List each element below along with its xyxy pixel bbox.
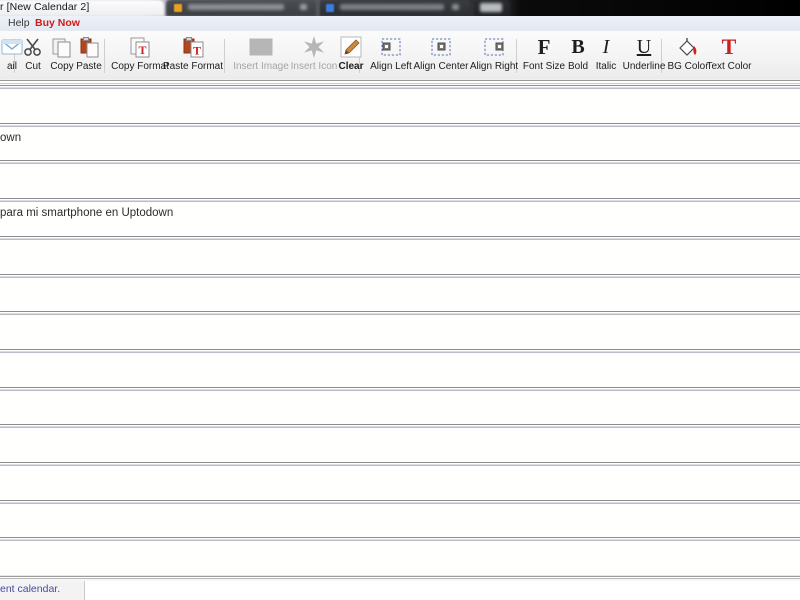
- brush-icon: [340, 34, 362, 60]
- main-toolbar: ail Cut Copy Paste T Copy Format T Paste F…: [0, 31, 800, 80]
- window-title: r [New Calendar 2]: [0, 1, 90, 13]
- bold-button[interactable]: B Bold: [563, 33, 593, 77]
- paste-button-label: Paste: [76, 61, 102, 72]
- paste-format-button[interactable]: T Paste Format: [157, 33, 229, 77]
- note-rule-line: [0, 537, 800, 542]
- paste-button[interactable]: Paste: [70, 33, 108, 77]
- menu-item-help[interactable]: Help: [8, 17, 30, 29]
- note-rule-line: [0, 349, 800, 354]
- doc-line-2[interactable]: para mi smartphone en Uptodown: [0, 207, 173, 219]
- bold-icon: B: [571, 36, 585, 58]
- italic-button-label: Italic: [595, 61, 617, 72]
- status-bar-text: ent calendar.: [0, 583, 61, 595]
- underline-button[interactable]: U Underline: [618, 33, 670, 77]
- star-icon: [303, 34, 325, 60]
- note-rule-line: [0, 198, 800, 203]
- insert-icon-button-label: Insert Icon: [290, 61, 338, 72]
- status-bar-panel: [84, 581, 800, 600]
- tab-2-close-blur: [300, 4, 307, 10]
- menu-item-buy-now[interactable]: Buy Now: [35, 17, 80, 29]
- paint-bucket-icon: [676, 34, 700, 60]
- copy-format-icon: T: [129, 34, 151, 60]
- image-icon: [249, 34, 273, 60]
- calendar-note-area[interactable]: own para mi smartphone en Uptodown: [0, 85, 800, 575]
- italic-icon: I: [602, 36, 610, 58]
- bg-color-button-label: BG Color: [667, 61, 709, 72]
- paste-format-button-label: Paste Format: [162, 61, 224, 72]
- cut-button[interactable]: Cut: [18, 33, 48, 77]
- tab-3-close-blur: [452, 4, 459, 10]
- paste-format-icon: T: [182, 34, 204, 60]
- browser-tab-strip: r [New Calendar 2]: [0, 0, 800, 16]
- align-center-icon: [430, 34, 452, 60]
- align-center-button-label: Align Center: [413, 61, 469, 72]
- align-right-button[interactable]: Align Right: [466, 33, 522, 77]
- bold-button-label: Bold: [567, 61, 588, 72]
- tab-3-title-blur: [340, 4, 444, 10]
- status-bar: ent calendar.: [0, 575, 800, 600]
- note-rule-line: [0, 500, 800, 505]
- font-size-icon: F: [537, 34, 551, 59]
- application-window: r [New Calendar 2] Help Buy Now ail Cut …: [0, 0, 800, 600]
- clear-button-label: Clear: [338, 61, 364, 72]
- insert-image-button-label: Insert Image: [233, 61, 289, 72]
- align-left-icon: [380, 34, 402, 60]
- menu-bar: Help Buy Now: [0, 16, 800, 32]
- align-center-button[interactable]: Align Center: [410, 33, 472, 77]
- favicon-blue: [326, 4, 334, 12]
- underline-icon: U: [636, 36, 652, 58]
- note-rule-line: [0, 274, 800, 279]
- email-button-label: ail: [6, 61, 17, 72]
- note-rule-line: [0, 424, 800, 429]
- doc-line-1[interactable]: own: [0, 132, 21, 144]
- favicon-orange: [174, 4, 182, 12]
- tab-4-blur: [480, 3, 502, 12]
- font-size-button[interactable]: F Font Size: [521, 33, 567, 77]
- font-size-button-label: Font Size: [522, 61, 566, 72]
- align-right-button-label: Align Right: [469, 61, 519, 72]
- note-rule-line: [0, 236, 800, 241]
- note-rule-line: [0, 160, 800, 165]
- scissors-icon: [22, 34, 44, 60]
- note-rule-line: [0, 123, 800, 128]
- tab-2-title-blur: [188, 4, 284, 10]
- text-color-button-label: Text Color: [706, 61, 752, 72]
- text-color-icon: T: [721, 34, 737, 59]
- note-rule-line: [0, 85, 800, 90]
- text-color-button[interactable]: T Text Color: [704, 33, 754, 77]
- note-rule-line: [0, 462, 800, 467]
- note-rule-line: [0, 311, 800, 316]
- clipboard-icon: [78, 34, 100, 60]
- align-right-icon: [483, 34, 505, 60]
- svg-text:T: T: [193, 44, 201, 58]
- note-rule-line: [0, 387, 800, 392]
- align-left-button-label: Align Left: [370, 61, 412, 72]
- svg-text:T: T: [138, 43, 146, 57]
- cut-button-label: Cut: [25, 61, 41, 72]
- underline-button-label: Underline: [622, 61, 666, 72]
